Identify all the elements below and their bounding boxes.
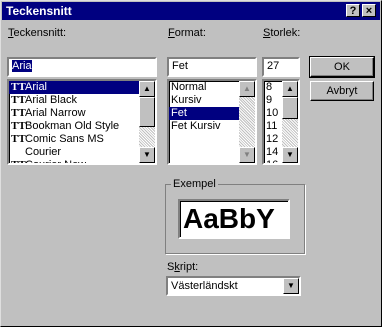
truetype-icon: TT — [11, 81, 26, 93]
list-item-label: 16 — [266, 159, 279, 165]
help-button[interactable]: ? — [346, 4, 360, 17]
style-list-scrollbar[interactable]: ▲ ▼ — [239, 81, 255, 163]
chevron-down-icon[interactable]: ▼ — [283, 278, 299, 294]
font-name-input[interactable]: Aria — [7, 57, 157, 77]
style-value: Fet — [172, 60, 188, 72]
list-item-label: Arial Narrow — [25, 107, 86, 119]
style-label: Format: — [168, 27, 206, 39]
size-value: 27 — [267, 60, 280, 72]
scroll-down-icon[interactable]: ▼ — [139, 147, 155, 163]
font-name-value: Aria — [12, 60, 32, 72]
list-item-label: Kursiv — [171, 94, 202, 106]
list-item[interactable]: TTBookman Old Style — [9, 120, 155, 133]
scroll-thumb[interactable] — [139, 97, 155, 127]
list-item-label: Comic Sans MS — [25, 133, 104, 145]
size-list-scrollbar[interactable]: ▲ ▼ — [282, 81, 298, 163]
list-item-label: 9 — [266, 94, 273, 106]
list-item-label: 12 — [266, 133, 279, 145]
list-item-label: Fet Kursiv — [171, 120, 221, 132]
close-button[interactable]: × — [362, 4, 376, 17]
list-item-label: Arial — [25, 81, 48, 93]
sample-text: AaBbY — [183, 203, 275, 234]
script-value: Västerländskt — [171, 280, 238, 292]
ok-button[interactable]: OK — [309, 56, 375, 78]
sample-preview: AaBbY — [178, 199, 290, 239]
scroll-up-icon[interactable]: ▲ — [139, 81, 155, 97]
list-item[interactable]: TTComic Sans MS — [9, 133, 155, 146]
scroll-up-icon[interactable]: ▲ — [282, 81, 298, 97]
list-item[interactable]: TTCourier New — [9, 159, 155, 165]
font-dialog: Teckensnitt ? × Teckensnitt: Aria TTAria… — [0, 0, 382, 327]
list-item-label: 14 — [266, 146, 279, 158]
list-item[interactable]: TTArial Narrow — [9, 107, 155, 120]
truetype-icon: TT — [11, 159, 26, 165]
list-item-label: Arial Black — [25, 94, 77, 106]
size-list[interactable]: 8 9 10 11 12 14 16 ▲ ▼ — [262, 79, 300, 165]
font-list-scrollbar[interactable]: ▲ ▼ — [139, 81, 155, 163]
list-item[interactable]: TTArial — [9, 81, 155, 94]
truetype-icon: TT — [11, 94, 26, 106]
size-label: Storlek: — [263, 27, 301, 39]
cancel-button[interactable]: Avbryt — [310, 81, 374, 101]
list-item-label: 8 — [266, 81, 273, 93]
scroll-down-icon[interactable]: ▼ — [282, 147, 298, 163]
list-item[interactable]: TTArial Black — [9, 94, 155, 107]
list-item-label: Bookman Old Style — [25, 120, 120, 132]
scroll-down-icon[interactable]: ▼ — [239, 147, 255, 163]
truetype-icon: TT — [11, 133, 26, 145]
list-item[interactable]: Courier — [9, 146, 155, 159]
truetype-icon: TT — [11, 120, 26, 132]
sample-legend: Exempel — [171, 178, 218, 190]
list-item-label: 10 — [266, 107, 279, 119]
list-item-label: Normal — [171, 81, 207, 93]
style-input[interactable]: Fet — [167, 57, 257, 77]
script-select[interactable]: Västerländskt ▼ — [166, 276, 301, 296]
title-bar: Teckensnitt ? × — [2, 2, 380, 20]
list-item-label: Fet — [171, 107, 187, 119]
list-item-label: 11 — [266, 120, 278, 132]
scroll-up-icon[interactable]: ▲ — [239, 81, 255, 97]
list-item-label: Courier New — [25, 159, 87, 165]
size-input[interactable]: 27 — [262, 57, 300, 77]
dialog-title: Teckensnitt — [6, 4, 72, 18]
font-list[interactable]: TTArial TTArial Black TTArial Narrow TTBook… — [7, 79, 157, 165]
style-list[interactable]: Normal Kursiv Fet Fet Kursiv ▲ ▼ — [167, 79, 257, 165]
script-label: Skript: — [167, 261, 199, 273]
font-label: Teckensnitt: — [8, 27, 67, 39]
scroll-thumb[interactable] — [282, 97, 298, 119]
list-item-label: Courier — [25, 146, 62, 158]
truetype-icon: TT — [11, 107, 26, 119]
